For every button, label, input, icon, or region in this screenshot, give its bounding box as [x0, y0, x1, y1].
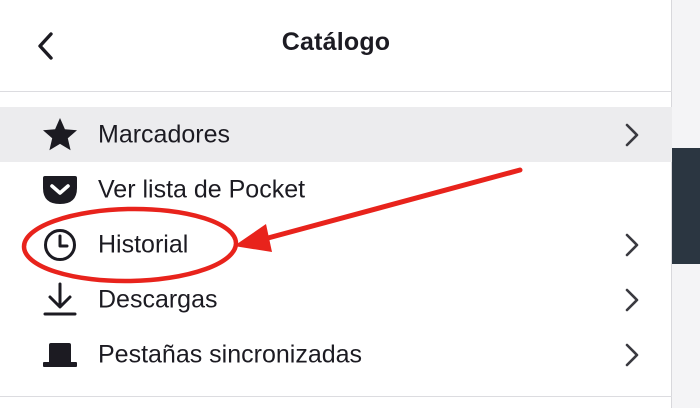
menu-item-historial[interactable]: Historial	[0, 217, 672, 272]
panel-header: Catálogo	[0, 0, 672, 92]
menu-item-label: Pestañas sincronizadas	[98, 340, 363, 368]
chevron-right-icon	[620, 230, 644, 260]
panel-title: Catálogo	[281, 28, 391, 56]
background-window-edge	[672, 148, 700, 264]
menu-item-marcadores[interactable]: Marcadores	[0, 107, 672, 162]
footer-divider	[0, 396, 672, 397]
chevron-right-icon	[620, 340, 644, 370]
chevron-right-icon	[620, 120, 644, 150]
pocket-icon	[40, 170, 80, 210]
menu-item-descargas[interactable]: Descargas	[0, 272, 672, 327]
chevron-right-icon	[620, 285, 644, 315]
clock-icon	[40, 225, 80, 265]
menu-item-pestanas-sincronizadas[interactable]: Pestañas sincronizadas	[0, 327, 672, 382]
download-icon	[40, 280, 80, 320]
synced-tabs-icon	[40, 335, 80, 375]
menu-item-label: Descargas	[98, 285, 218, 313]
menu-item-label: Historial	[98, 230, 189, 258]
menu-item-label: Ver lista de Pocket	[98, 175, 306, 203]
menu-item-label: Marcadores	[98, 120, 230, 148]
library-panel: Catálogo Marcadores Ver lista de Pocket …	[0, 0, 672, 408]
menu-item-pocket[interactable]: Ver lista de Pocket	[0, 162, 672, 217]
star-icon	[40, 115, 80, 155]
screenshot-stage: Catálogo Marcadores Ver lista de Pocket …	[0, 0, 700, 408]
menu-list: Marcadores Ver lista de Pocket Historial…	[0, 107, 672, 382]
